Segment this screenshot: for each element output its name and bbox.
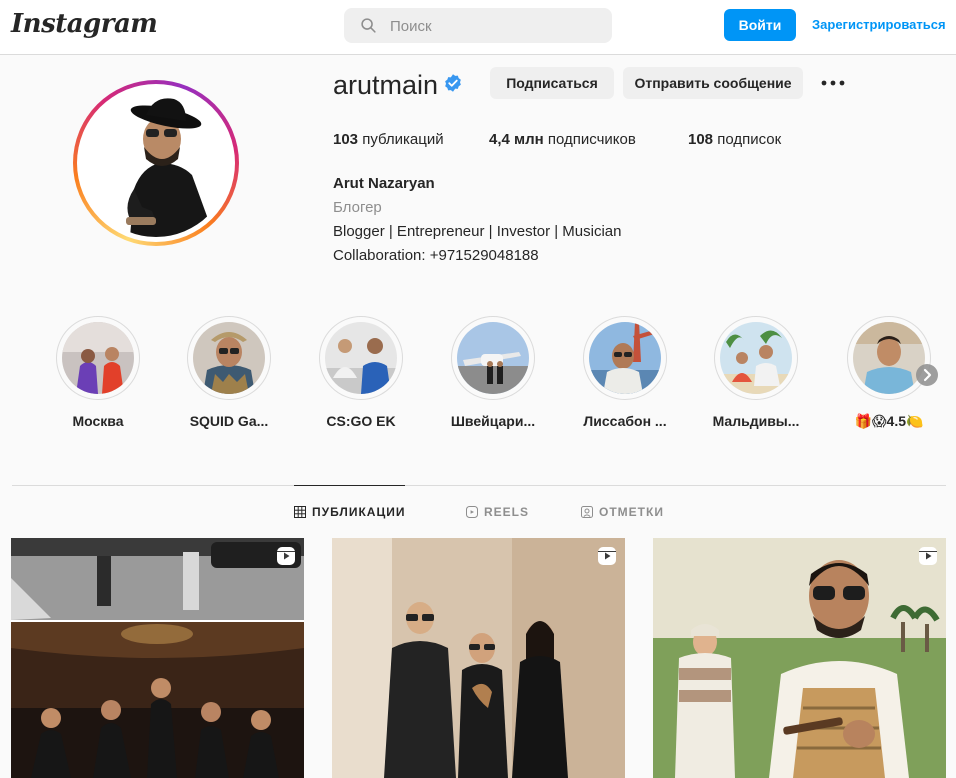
highlight-label: CS:GO EK — [326, 413, 396, 429]
highlight-label: 🎁😱4.5🍋 — [854, 413, 924, 429]
message-button[interactable]: Отправить сообщение — [623, 67, 803, 99]
grid-icon — [294, 506, 306, 518]
instagram-logo[interactable]: Instagram — [11, 9, 158, 39]
highlight-cover — [451, 316, 535, 400]
signup-link[interactable]: Зарегистрироваться — [812, 17, 946, 32]
highlight-item[interactable]: Мальдивы... — [701, 316, 811, 429]
highlight-item[interactable]: SQUID Ga... — [174, 316, 284, 429]
highlight-cover — [847, 316, 931, 400]
tab-reels[interactable]: REELS — [466, 486, 529, 538]
profile-full-name: Arut Nazaryan — [333, 175, 435, 192]
followers-label: подписчиков — [547, 131, 636, 148]
highlight-item[interactable]: Москва — [43, 316, 153, 429]
tagged-user-icon — [581, 506, 593, 518]
highlight-cover — [714, 316, 798, 400]
highlights-next-chevron-icon[interactable] — [916, 364, 938, 386]
tab-tagged-label: ОТМЕТКИ — [599, 505, 664, 519]
search-icon — [361, 18, 376, 33]
login-button[interactable]: Войти — [724, 9, 796, 41]
avatar — [82, 89, 230, 237]
highlight-cover — [583, 316, 667, 400]
post-thumbnail[interactable] — [332, 538, 625, 778]
followers-count: 4,4 млн — [489, 131, 544, 148]
top-navbar: Instagram Войти Зарегистрироваться — [0, 0, 956, 55]
reel-icon — [598, 547, 616, 565]
verified-badge-icon — [445, 74, 461, 92]
tab-reels-label: REELS — [484, 505, 530, 519]
reel-icon — [277, 547, 295, 565]
posts-count-stat: 103 публикаций — [333, 131, 444, 148]
following-stat[interactable]: 108 подписок — [688, 131, 781, 148]
following-count: 108 — [688, 131, 714, 148]
reel-icon — [919, 547, 937, 565]
follow-button[interactable]: Подписаться — [490, 67, 614, 99]
profile-bio-line-1: Blogger | Entrepreneur | Investor | Musi… — [333, 223, 622, 240]
highlight-label: Москва — [72, 413, 124, 429]
search-box[interactable] — [344, 8, 612, 45]
highlight-cover — [56, 316, 140, 400]
posts-label: публикаций — [362, 131, 444, 148]
more-options-icon[interactable] — [820, 74, 846, 92]
following-label: подписок — [717, 131, 782, 148]
posts-count: 103 — [333, 131, 359, 148]
profile-bio-line-2: Collaboration: +971529048188 — [333, 247, 539, 264]
profile-category: Блогер — [333, 199, 382, 216]
highlight-label: Мальдивы... — [712, 413, 800, 429]
highlight-cover — [187, 316, 271, 400]
search-input[interactable] — [388, 8, 602, 45]
post-thumbnail[interactable] — [653, 538, 946, 778]
highlight-item[interactable]: Швейцари... — [438, 316, 548, 429]
highlight-label: SQUID Ga... — [189, 413, 269, 429]
highlight-item[interactable]: Лиссабон ... — [570, 316, 680, 429]
highlight-item[interactable]: CS:GO EK — [306, 316, 416, 429]
followers-stat[interactable]: 4,4 млн подписчиков — [489, 131, 636, 148]
tab-posts-label: ПУБЛИКАЦИИ — [312, 505, 406, 519]
highlight-cover — [319, 316, 403, 400]
reels-icon — [466, 506, 478, 518]
profile-avatar-ring[interactable] — [73, 80, 239, 246]
tab-posts[interactable]: ПУБЛИКАЦИИ — [294, 485, 406, 538]
highlight-label: Лиссабон ... — [583, 413, 667, 429]
tab-tagged[interactable]: ОТМЕТКИ — [581, 486, 664, 538]
profile-username: arutmain — [333, 70, 439, 100]
post-thumbnail[interactable] — [11, 538, 304, 778]
highlight-label: Швейцари... — [450, 413, 536, 429]
